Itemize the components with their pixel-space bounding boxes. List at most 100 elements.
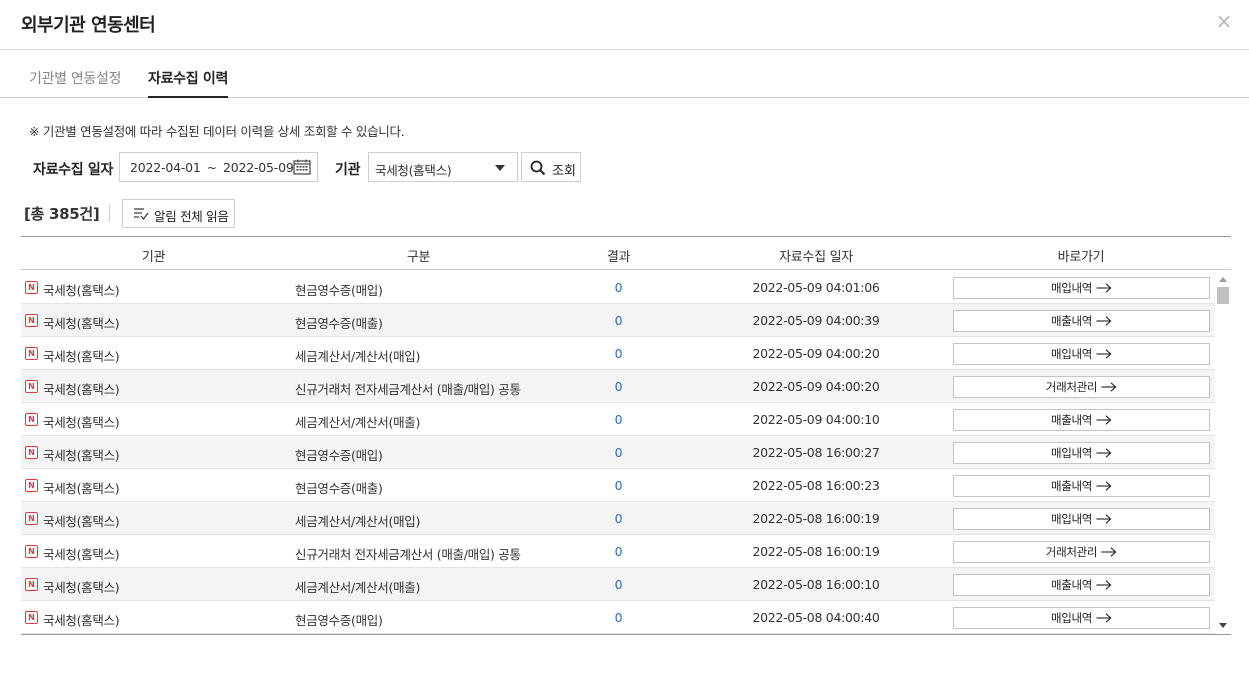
title-bar: 외부기관 연동센터 × bbox=[0, 0, 1249, 50]
table-body: N 국세청(홈택스) 현금영수증(매입) 0 2022-05-09 04:01:06 매입… bbox=[21, 271, 1215, 634]
hometax-icon: N bbox=[25, 578, 38, 591]
search-icon bbox=[530, 160, 546, 176]
table-row: N 국세청(홈택스) 세금계산서/계산서(매입) 0 2022-05-09 04:00:… bbox=[21, 337, 1215, 370]
date-filter-label: 자료수집 일자 bbox=[33, 162, 114, 178]
goto-button[interactable]: 매입내역 bbox=[953, 277, 1210, 299]
calendar-icon[interactable] bbox=[293, 159, 311, 175]
cell-org: 국세청(홈택스) bbox=[43, 613, 120, 628]
cell-type: 세금계산서/계산서(매출) bbox=[295, 580, 421, 595]
cell-org: 국세청(홈택스) bbox=[43, 448, 120, 463]
header-type: 구분 bbox=[406, 250, 431, 265]
hometax-icon: N bbox=[25, 347, 38, 360]
goto-button-label: 거래처관리 bbox=[1045, 380, 1098, 394]
table-row: N 국세청(홈택스) 현금영수증(매출) 0 2022-05-08 16:00:23 매출… bbox=[21, 469, 1215, 502]
date-range-text: 2022-04-01 ~2022-05-09 bbox=[130, 160, 294, 175]
divider bbox=[109, 204, 110, 222]
cell-date: 2022-05-08 16:00:19 bbox=[752, 511, 880, 526]
goto-button-label: 매입내역 bbox=[1050, 347, 1093, 361]
date-range-picker[interactable]: 2022-04-01 ~2022-05-09 bbox=[119, 152, 318, 182]
arrow-right-icon bbox=[1101, 382, 1117, 392]
hometax-icon: N bbox=[25, 380, 38, 393]
hometax-icon: N bbox=[25, 413, 38, 426]
scroll-thumb[interactable] bbox=[1217, 287, 1229, 304]
header-link: 바로가기 bbox=[1057, 250, 1105, 265]
arrow-right-icon bbox=[1096, 613, 1112, 623]
goto-button[interactable]: 매입내역 bbox=[953, 442, 1210, 464]
notice-text: ※ 기관별 연동설정에 따라 수집된 데이터 이력을 상세 조회할 수 있습니다… bbox=[29, 124, 405, 139]
search-button[interactable]: 조회 bbox=[521, 152, 581, 182]
cell-type: 현금영수증(매출) bbox=[295, 481, 383, 496]
org-select[interactable]: 국세청(홈택스) bbox=[368, 152, 518, 182]
cell-date: 2022-05-08 16:00:27 bbox=[752, 445, 880, 460]
scrollbar[interactable] bbox=[1215, 271, 1231, 634]
goto-button[interactable]: 매출내역 bbox=[953, 574, 1210, 596]
tab-bar: 기관별 연동설정 자료수집 이력 bbox=[0, 50, 1249, 98]
arrow-right-icon bbox=[1096, 349, 1112, 359]
goto-button-label: 매입내역 bbox=[1050, 512, 1093, 526]
table-row: N 국세청(홈택스) 세금계산서/계산서(매출) 0 2022-05-09 04:00:… bbox=[21, 403, 1215, 436]
table-row: N 국세청(홈택스) 현금영수증(매입) 0 2022-05-09 04:01:06 매입… bbox=[21, 271, 1215, 304]
cell-date: 2022-05-09 04:00:39 bbox=[752, 313, 880, 328]
cell-type: 현금영수증(매입) bbox=[295, 613, 383, 628]
cell-result: 0 bbox=[614, 478, 623, 493]
cell-org: 국세청(홈택스) bbox=[43, 283, 120, 298]
goto-button-label: 매출내역 bbox=[1050, 479, 1093, 493]
hometax-icon: N bbox=[25, 611, 38, 624]
goto-button[interactable]: 매출내역 bbox=[953, 409, 1210, 431]
mark-all-read-button[interactable]: 알림 전체 읽음 bbox=[122, 199, 235, 228]
goto-button[interactable]: 매입내역 bbox=[953, 508, 1210, 530]
list-check-icon bbox=[134, 208, 149, 220]
scroll-up-arrow[interactable] bbox=[1219, 277, 1227, 282]
cell-org: 국세청(홈택스) bbox=[43, 580, 120, 595]
org-filter-label: 기관 bbox=[335, 162, 361, 178]
cell-date: 2022-05-08 04:00:40 bbox=[752, 610, 880, 625]
cell-org: 국세청(홈택스) bbox=[43, 349, 120, 364]
arrow-right-icon bbox=[1101, 547, 1117, 557]
tab-org-settings[interactable]: 기관별 연동설정 bbox=[29, 68, 122, 98]
cell-org: 국세청(홈택스) bbox=[43, 481, 120, 496]
close-icon[interactable]: × bbox=[1213, 10, 1235, 32]
cell-result: 0 bbox=[614, 544, 623, 559]
table-row: N 국세청(홈택스) 현금영수증(매입) 0 2022-05-08 16:00:27 매입… bbox=[21, 436, 1215, 469]
arrow-right-icon bbox=[1096, 481, 1112, 491]
goto-button-label: 거래처관리 bbox=[1045, 545, 1098, 559]
search-button-label: 조회 bbox=[552, 164, 576, 179]
cell-org: 국세청(홈택스) bbox=[43, 415, 120, 430]
goto-button[interactable]: 매출내역 bbox=[953, 310, 1210, 332]
hometax-icon: N bbox=[25, 545, 38, 558]
cell-result: 0 bbox=[614, 610, 623, 625]
header-date: 자료수집 일자 bbox=[779, 250, 853, 265]
table-row: N 국세청(홈택스) 세금계산서/계산서(매출) 0 2022-05-08 16:00:… bbox=[21, 568, 1215, 601]
goto-button-label: 매출내역 bbox=[1050, 578, 1093, 592]
goto-button-label: 매입내역 bbox=[1050, 281, 1093, 295]
hometax-icon: N bbox=[25, 314, 38, 327]
cell-org: 국세청(홈택스) bbox=[43, 514, 120, 529]
cell-result: 0 bbox=[614, 313, 623, 328]
cell-type: 현금영수증(매입) bbox=[295, 283, 383, 298]
cell-type: 세금계산서/계산서(매입) bbox=[295, 514, 421, 529]
header-result: 결과 bbox=[606, 250, 631, 265]
goto-button[interactable]: 매입내역 bbox=[953, 343, 1210, 365]
scroll-down-arrow[interactable] bbox=[1219, 623, 1227, 628]
cell-result: 0 bbox=[614, 412, 623, 427]
table-row: N 국세청(홈택스) 현금영수증(매출) 0 2022-05-09 04:00:39 매출… bbox=[21, 304, 1215, 337]
chevron-down-icon bbox=[495, 165, 505, 171]
tab-collection-history[interactable]: 자료수집 이력 bbox=[148, 68, 228, 98]
cell-result: 0 bbox=[614, 445, 623, 460]
cell-result: 0 bbox=[614, 346, 623, 361]
cell-org: 국세청(홈택스) bbox=[43, 382, 120, 397]
cell-date: 2022-05-08 16:00:19 bbox=[752, 544, 880, 559]
goto-button[interactable]: 거래처관리 bbox=[953, 541, 1210, 563]
cell-result: 0 bbox=[614, 511, 623, 526]
goto-button[interactable]: 거래처관리 bbox=[953, 376, 1210, 398]
goto-button[interactable]: 매입내역 bbox=[953, 607, 1210, 629]
goto-button-label: 매입내역 bbox=[1050, 446, 1093, 460]
goto-button-label: 매출내역 bbox=[1050, 314, 1093, 328]
goto-button[interactable]: 매출내역 bbox=[953, 475, 1210, 497]
cell-type: 현금영수증(매입) bbox=[295, 448, 383, 463]
mark-all-read-label: 알림 전체 읽음 bbox=[154, 209, 229, 224]
cell-type: 세금계산서/계산서(매입) bbox=[295, 349, 421, 364]
cell-result: 0 bbox=[614, 280, 623, 295]
cell-date: 2022-05-09 04:00:20 bbox=[752, 346, 880, 361]
goto-button-label: 매입내역 bbox=[1050, 611, 1093, 625]
